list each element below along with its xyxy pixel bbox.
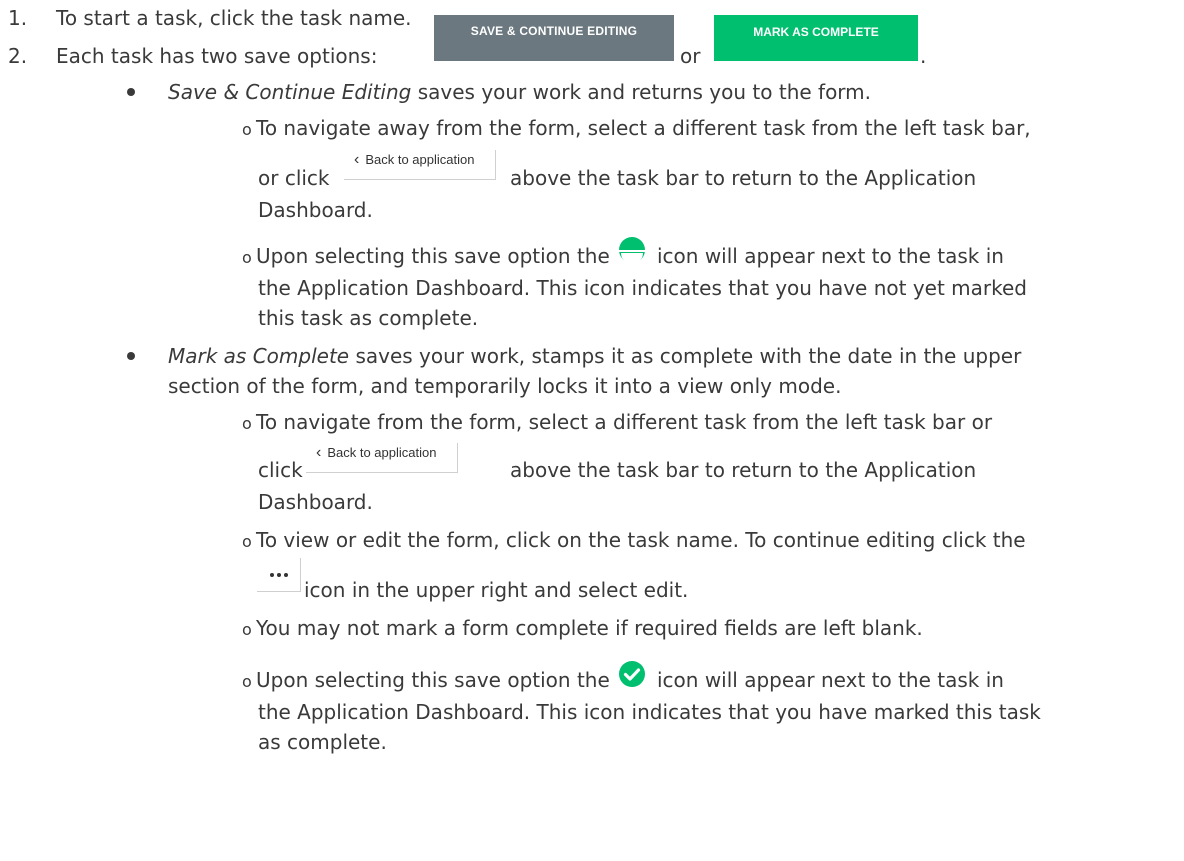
sub-marker: o: [242, 532, 252, 551]
bullet-save-term: Save & Continue Editing: [168, 80, 412, 104]
bullet-save-sub2-pre: Upon selecting this save option the: [256, 244, 610, 268]
step-2-period: .: [920, 44, 927, 68]
bullet-complete-line1: Mark as Complete saves your work, stamps…: [168, 344, 1021, 368]
complete-status-icon: [619, 661, 645, 687]
step-1-text: To start a task, click the task name.: [56, 6, 412, 30]
bullet-complete-sub4-line2: the Application Dashboard. This icon ind…: [258, 700, 1041, 724]
bullet-save-sub1-pre: or click: [258, 166, 330, 190]
bullet-complete-sub1-line1: To navigate from the form, select a diff…: [256, 410, 993, 434]
bullet-complete-sub1-line3: Dashboard.: [258, 490, 373, 514]
sub-marker: o: [242, 672, 252, 691]
bullet-complete-sub2-line1: To view or edit the form, click on the t…: [256, 528, 1026, 552]
bullet-complete-sub4-line3: as complete.: [258, 730, 387, 754]
bullet-save-line: Save & Continue Editing saves your work …: [168, 80, 871, 104]
sub-marker: o: [242, 120, 252, 139]
bullet-save-text: saves your work and returns you to the f…: [417, 80, 872, 104]
sub-marker: o: [242, 620, 252, 639]
step-1: 1.: [8, 6, 27, 30]
step-number: 1.: [8, 6, 28, 30]
bullet-save-sub1-line3: Dashboard.: [258, 198, 373, 222]
bullet-save-sub1-line1: To navigate away from the form, select a…: [256, 116, 1031, 140]
bullet-complete-sub4-post: icon will appear next to the task in: [657, 668, 1004, 692]
bullet-save-sub1-post: above the task bar to return to the Appl…: [510, 166, 977, 190]
bullet-save-sub2-post: icon will appear next to the task in: [657, 244, 1004, 268]
bullet-save-sub2-line3: this task as complete.: [258, 306, 479, 330]
bullet-complete-sub4-pre: Upon selecting this save option the: [256, 668, 610, 692]
bullet-complete-sub2-post: icon in the upper right and select edit.: [304, 578, 689, 602]
save-continue-editing-button[interactable]: SAVE & CONTINUE EDITING: [434, 15, 674, 61]
bullet-marker: [127, 352, 135, 360]
bullet-save-sub2-line2: the Application Dashboard. This icon ind…: [258, 276, 1028, 300]
step-2-text: Each task has two save options:: [56, 44, 378, 68]
back-to-application-button[interactable]: ‹ Back to application: [306, 443, 458, 473]
sub-marker: o: [242, 414, 252, 433]
bullet-complete-term: Mark as Complete: [168, 344, 350, 368]
step-2-number: 2.: [8, 44, 28, 68]
dot: [269, 572, 274, 577]
bullet-complete-sub1-post: above the task bar to return to the Appl…: [510, 458, 977, 482]
dot: [283, 572, 288, 577]
sub-marker: o: [242, 248, 252, 267]
bullet-complete-sub3: You may not mark a form complete if requ…: [256, 616, 923, 640]
more-options-icon[interactable]: [257, 558, 301, 592]
back-to-application-button[interactable]: ‹ Back to application: [344, 150, 496, 180]
bullet-complete-text-line2: section of the form, and temporarily loc…: [168, 374, 842, 398]
bullet-complete-sub1-pre: click: [258, 458, 303, 482]
back-to-application-label: Back to application: [365, 152, 475, 167]
step-2-or: or: [680, 44, 701, 68]
dot: [276, 572, 281, 577]
back-to-application-label: Back to application: [327, 445, 437, 460]
bullet-marker: [127, 88, 135, 96]
mark-as-complete-button[interactable]: MARK AS COMPLETE: [714, 15, 918, 61]
partial-status-icon: [619, 237, 645, 264]
chevron-left-icon: ‹: [316, 444, 322, 461]
chevron-left-icon: ‹: [354, 151, 360, 168]
bullet-complete-text-line1: saves your work, stamps it as complete w…: [355, 344, 1022, 368]
